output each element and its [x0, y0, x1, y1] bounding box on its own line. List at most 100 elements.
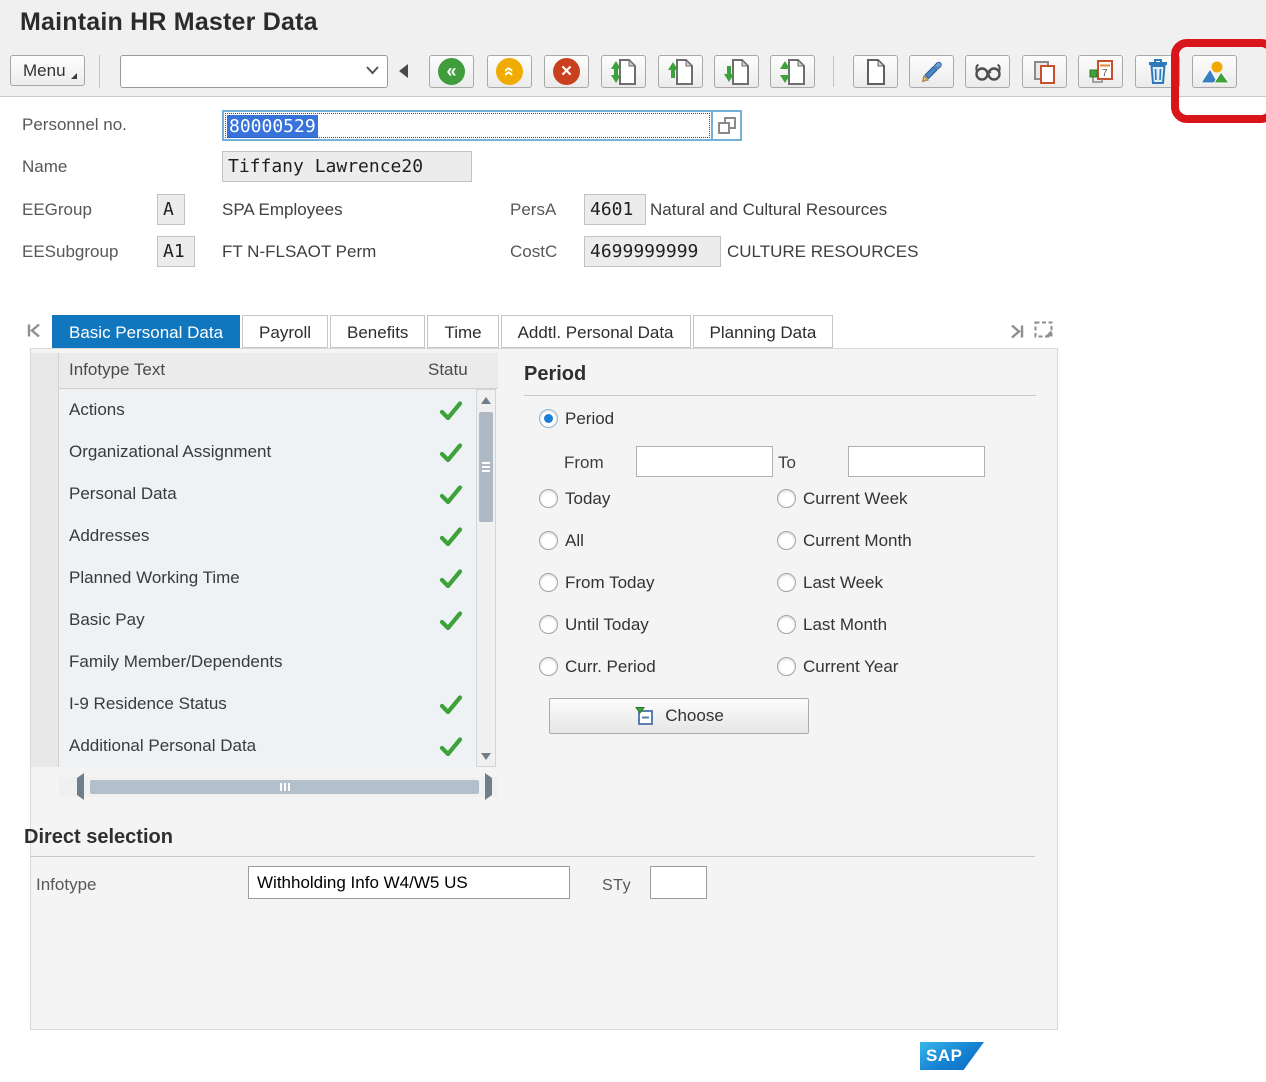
to-date-input[interactable] [848, 446, 985, 477]
persa-code: 4601 [590, 199, 633, 220]
period-option: Current Week [777, 489, 912, 508]
eesubgroup-code: A1 [163, 241, 185, 262]
status-check-icon [439, 527, 463, 546]
status-check-icon [439, 401, 463, 420]
column-header-status[interactable]: Statu [428, 360, 468, 380]
overview-mountains-icon [1199, 59, 1231, 85]
radio-label: Curr. Period [565, 657, 656, 676]
tab-label: Benefits [347, 323, 408, 342]
personnel-no-label: Personnel no. [22, 115, 127, 135]
scroll-tabs-last-icon[interactable] [1009, 324, 1025, 344]
infotype-row[interactable]: I-9 Residence Status [59, 683, 475, 725]
scroll-up-icon[interactable] [477, 391, 495, 409]
period-option: Current Month [777, 531, 912, 550]
infotype-row[interactable]: Personal Data [59, 473, 475, 515]
period-option: Current Year [777, 657, 912, 676]
last-page-button[interactable] [770, 55, 815, 88]
menu-button[interactable]: Menu [10, 55, 85, 86]
radio-button[interactable] [539, 573, 558, 592]
exit-button[interactable]: « [487, 55, 532, 88]
row-selector-gutter[interactable] [31, 353, 59, 767]
change-button[interactable] [909, 55, 954, 88]
tab[interactable]: Addtl. Personal Data [501, 315, 691, 348]
menu-button-label: Menu [23, 61, 66, 80]
detach-panel-icon[interactable] [1034, 321, 1054, 344]
chevron-down-icon[interactable] [366, 66, 379, 75]
page-title: Maintain HR Master Data [20, 8, 318, 37]
period-option: Last Month [777, 615, 912, 634]
infotype-row[interactable]: Family Member/Dependents [59, 641, 475, 683]
infotype-text: Family Member/Dependents [69, 652, 283, 672]
back-button[interactable]: « [429, 55, 474, 88]
first-page-button[interactable] [601, 55, 646, 88]
command-field-box [120, 55, 388, 88]
vertical-scrollbar[interactable] [476, 389, 496, 767]
main-panel: Infotype Text Statu Actions Organization… [30, 348, 1058, 1030]
copy-button[interactable] [1022, 55, 1067, 88]
infotype-text: Basic Pay [69, 610, 145, 630]
toolbar: Menu « « ✕ [0, 48, 1266, 97]
horizontal-scrollbar[interactable] [59, 777, 498, 797]
tab[interactable]: Benefits [330, 315, 425, 348]
from-date-input[interactable] [636, 446, 773, 477]
cancel-button[interactable]: ✕ [544, 55, 589, 88]
delimit-button[interactable]: 7 [1078, 55, 1123, 88]
tab-label: Payroll [259, 323, 311, 342]
infotype-text: Organizational Assignment [69, 442, 271, 462]
collapse-toolbar-icon[interactable] [399, 64, 408, 78]
previous-page-button[interactable] [658, 55, 703, 88]
tab[interactable]: Payroll [242, 315, 328, 348]
radio-button[interactable] [539, 531, 558, 550]
choose-button-label: Choose [665, 706, 724, 726]
toolbar-separator [833, 56, 834, 87]
scroll-down-icon[interactable] [477, 747, 495, 765]
multiple-selection-button[interactable] [711, 110, 742, 141]
vertical-scroll-thumb[interactable] [479, 412, 493, 522]
subtype-input[interactable] [650, 866, 707, 899]
to-label: To [778, 453, 796, 473]
infotype-row[interactable]: Addresses [59, 515, 475, 557]
radio-button[interactable] [777, 531, 796, 550]
choose-button[interactable]: Choose [549, 698, 809, 734]
radio-button[interactable] [777, 489, 796, 508]
infotype-row[interactable]: Organizational Assignment [59, 431, 475, 473]
tab[interactable]: Basic Personal Data [52, 315, 240, 348]
tab[interactable]: Time [427, 315, 498, 348]
from-label: From [564, 453, 604, 473]
scroll-right-icon[interactable] [485, 778, 492, 796]
horizontal-scroll-thumb[interactable] [90, 780, 479, 794]
radio-button[interactable] [777, 657, 796, 676]
radio-button[interactable] [539, 615, 558, 634]
radio-label: Last Week [803, 573, 883, 592]
infotype-text: Addresses [69, 526, 149, 546]
overview-button[interactable] [1192, 55, 1237, 88]
radio-button[interactable] [777, 573, 796, 592]
infotype-table: Infotype Text Statu Actions Organization… [31, 353, 498, 799]
infotype-text: Additional Personal Data [69, 736, 256, 756]
column-header-infotype-text[interactable]: Infotype Text [69, 360, 165, 380]
radio-button[interactable] [539, 657, 558, 676]
display-button[interactable] [965, 55, 1010, 88]
period-radio-selected[interactable] [539, 409, 558, 428]
tab[interactable]: Planning Data [693, 315, 834, 348]
infotype-row[interactable]: Basic Pay [59, 599, 475, 641]
period-option: Until Today [539, 615, 656, 634]
radio-button[interactable] [777, 615, 796, 634]
radio-label: Last Month [803, 615, 887, 634]
subtype-label: STy [602, 877, 631, 895]
infotype-row[interactable]: Additional Personal Data [59, 725, 475, 767]
infotype-input[interactable] [248, 866, 570, 899]
personnel-no-field[interactable]: 80000529 [222, 110, 713, 141]
scroll-tabs-first-icon[interactable] [26, 323, 42, 343]
infotype-row[interactable]: Planned Working Time [59, 557, 475, 599]
exit-icon: « [496, 58, 523, 85]
radio-button[interactable] [539, 489, 558, 508]
next-page-button[interactable] [714, 55, 759, 88]
infotype-row[interactable]: Actions [59, 389, 475, 431]
command-input[interactable] [125, 58, 359, 85]
create-button[interactable] [853, 55, 898, 88]
radio-label: From Today [565, 573, 654, 592]
tabstrip: Basic Personal Data Payroll Benefits Tim… [52, 315, 835, 348]
scroll-left-icon[interactable] [77, 778, 84, 796]
delete-button[interactable] [1135, 55, 1180, 88]
